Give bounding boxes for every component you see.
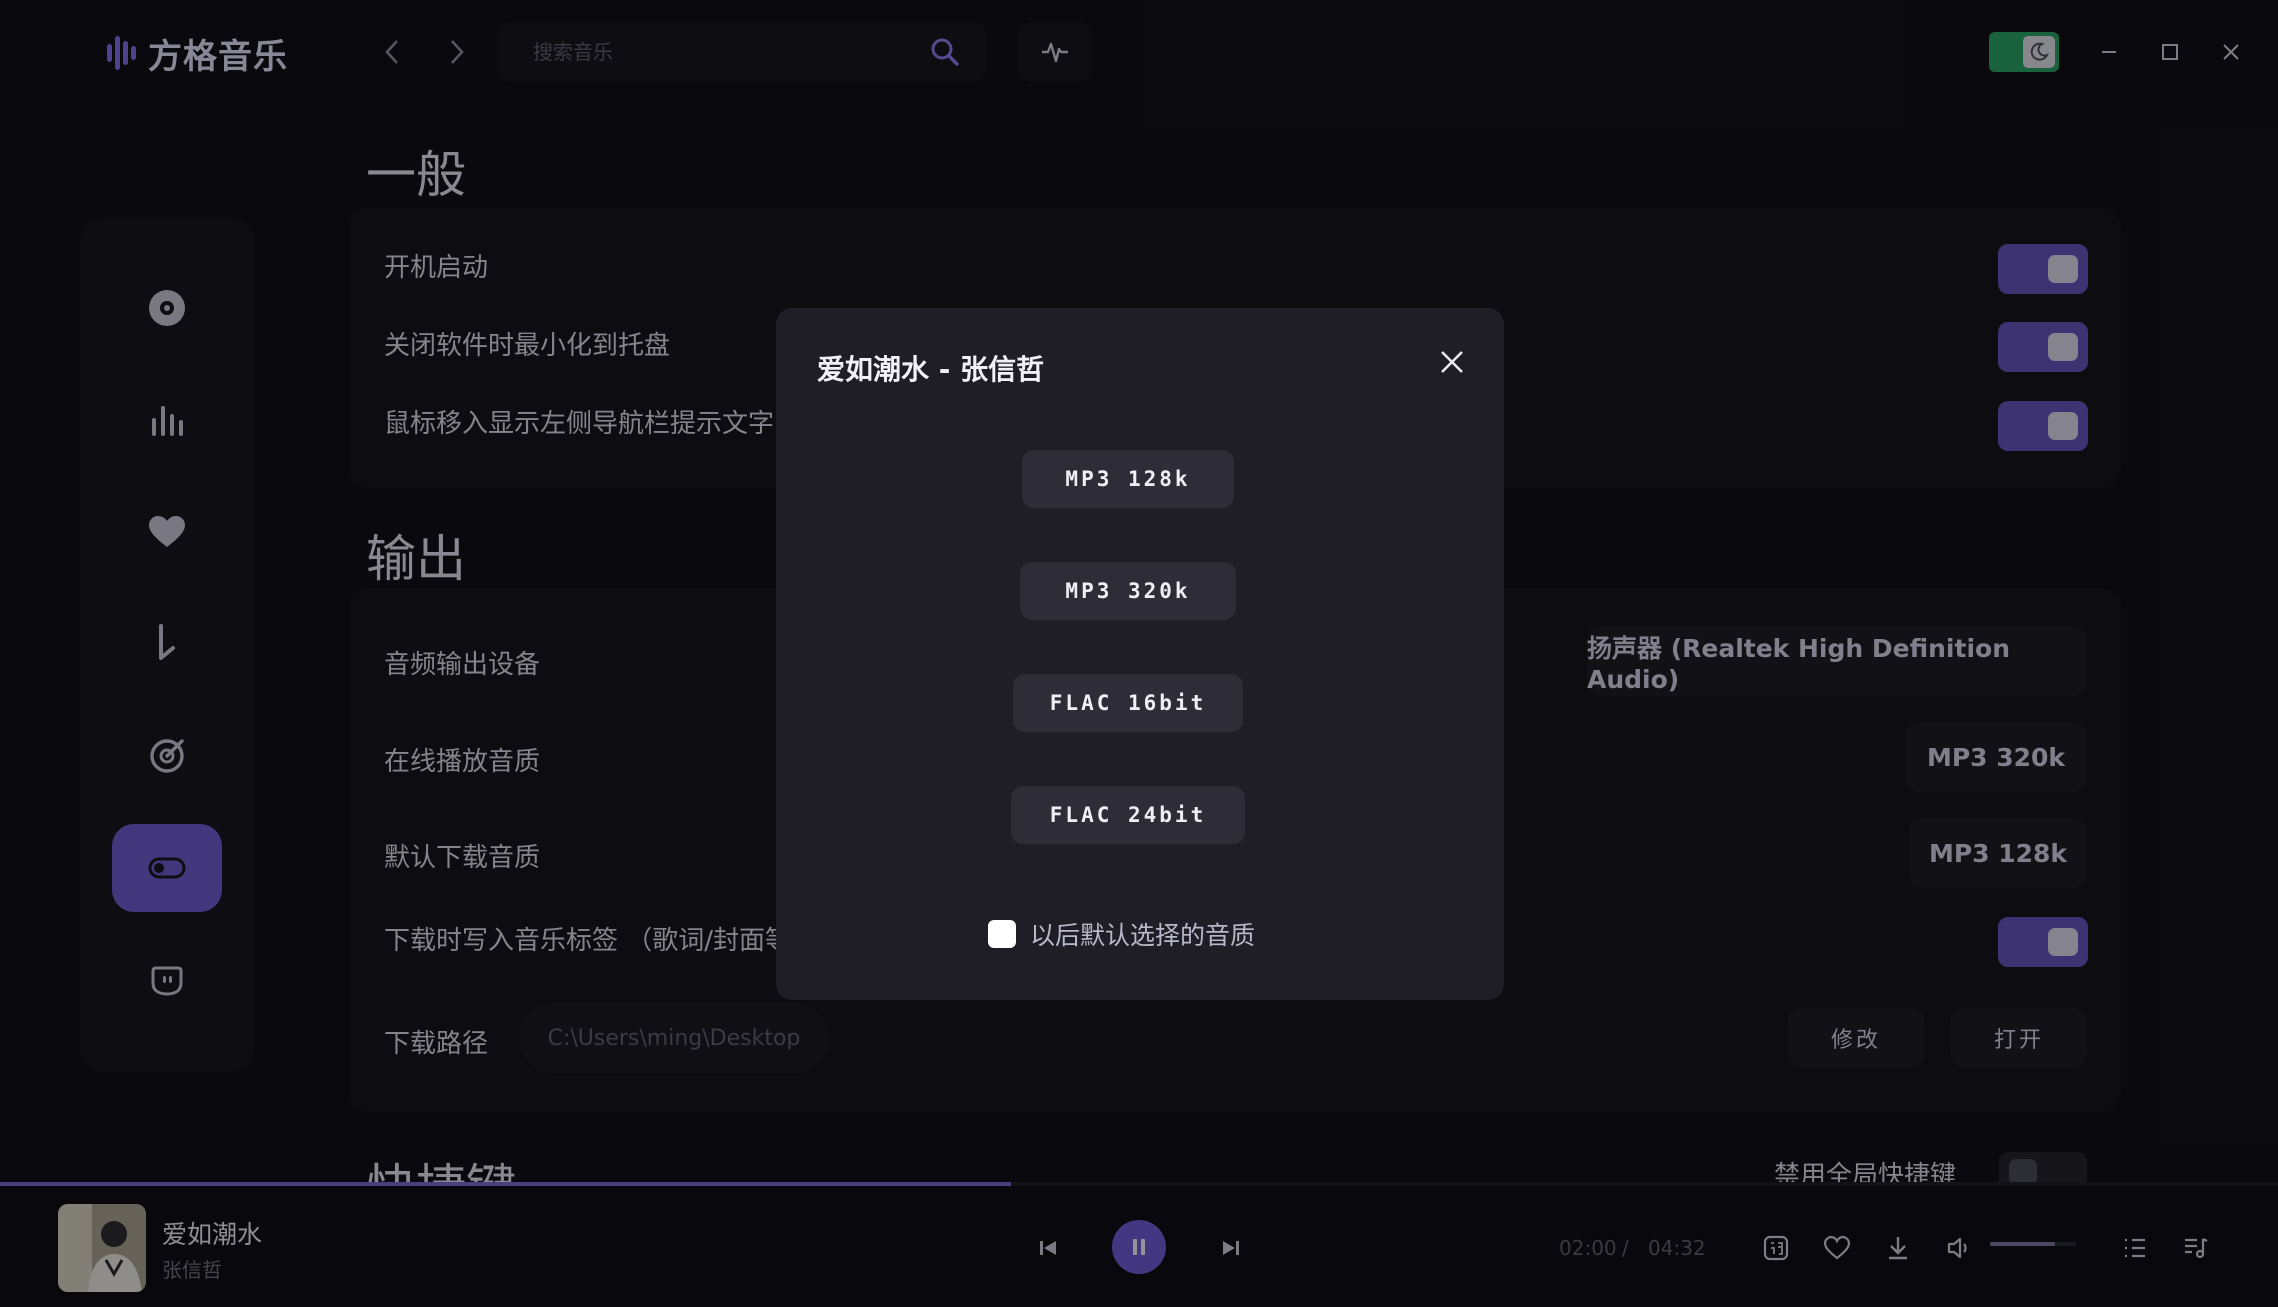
quality-option-flac-16bit[interactable]: FLAC 16bit <box>1013 674 1243 732</box>
quality-option-mp3-128k[interactable]: MP3 128k <box>1022 450 1234 508</box>
remember-quality-row: 以后默认选择的音质 <box>988 913 1255 955</box>
dialog-close-button[interactable] <box>1430 340 1474 384</box>
quality-option-flac-24bit[interactable]: FLAC 24bit <box>1011 786 1245 844</box>
quality-select-dialog: 爱如潮水 - 张信哲 MP3 128k MP3 320k FLAC 16bit … <box>776 308 1504 1000</box>
dialog-title: 爱如潮水 - 张信哲 <box>817 353 1045 386</box>
quality-option-mp3-320k[interactable]: MP3 320k <box>1020 562 1236 620</box>
remember-quality-label[interactable]: 以后默认选择的音质 <box>1030 916 1255 952</box>
remember-quality-checkbox[interactable] <box>988 920 1016 948</box>
close-icon <box>1441 351 1463 373</box>
